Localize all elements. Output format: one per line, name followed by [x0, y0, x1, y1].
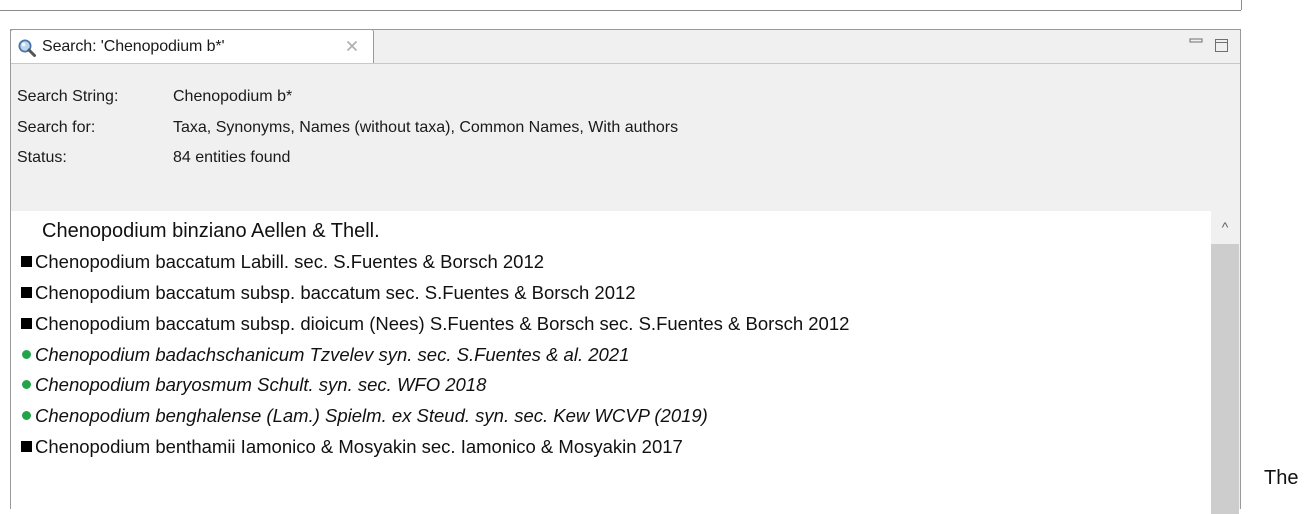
maximize-icon[interactable]	[1212, 36, 1230, 54]
minimize-icon[interactable]	[1187, 36, 1205, 54]
results-group-title: Chenopodium binziano Aellen & Thell.	[42, 220, 380, 242]
tab-search[interactable]: Search: 'Chenopodium b*'	[10, 29, 374, 64]
status-value: 84 entities found	[173, 149, 291, 166]
top-border-right	[1241, 0, 1242, 10]
accepted-taxon-icon	[21, 318, 32, 330]
results-list[interactable]: Chenopodium binziano Aellen & Thell. Che…	[11, 211, 1211, 511]
top-border	[0, 10, 1241, 11]
list-item-label: Chenopodium baccatum Labill. sec. S.Fuen…	[35, 251, 545, 272]
status-label: Status:	[17, 149, 67, 166]
stray-text: The	[1264, 467, 1299, 489]
list-item-label: Chenopodium badachschanicum Tzvelev syn.…	[35, 344, 630, 365]
list-item[interactable]: Chenopodium benthamii Iamonico & Mosyaki…	[21, 436, 683, 466]
list-item[interactable]: Chenopodium baccatum subsp. baccatum sec…	[21, 282, 636, 312]
tab-title: Search: 'Chenopodium b*'	[42, 38, 225, 55]
accepted-taxon-icon	[21, 441, 32, 453]
list-item-label: Chenopodium baccatum subsp. baccatum sec…	[35, 282, 636, 303]
list-item-label: Chenopodium baccatum subsp. dioicum (Nee…	[35, 313, 850, 334]
vertical-scrollbar[interactable]: ^	[1211, 211, 1239, 514]
tab-bar: Search: 'Chenopodium b*'	[10, 29, 1240, 64]
list-item[interactable]: Chenopodium baryosmum Schult. syn. sec. …	[21, 374, 486, 404]
search-for-label: Search for:	[17, 119, 96, 136]
list-item[interactable]: Chenopodium baccatum subsp. dioicum (Nee…	[21, 313, 849, 343]
list-item[interactable]: Chenopodium badachschanicum Tzvelev syn.…	[21, 344, 629, 374]
scroll-thumb[interactable]	[1211, 244, 1239, 514]
search-for-value: Taxa, Synonyms, Names (without taxa), Co…	[173, 119, 679, 136]
synonym-icon	[22, 350, 31, 360]
accepted-taxon-icon	[21, 287, 32, 299]
synonym-icon	[22, 380, 31, 390]
search-view: Search: 'Chenopodium b*' Search String: …	[10, 29, 1241, 514]
list-item[interactable]: Chenopodium benghalense (Lam.) Spielm. e…	[21, 405, 708, 435]
search-string-value: Chenopodium b*	[173, 88, 293, 105]
search-icon	[18, 39, 36, 57]
list-item-label: Chenopodium benthamii Iamonico & Mosyaki…	[35, 436, 683, 457]
synonym-icon	[22, 411, 31, 421]
close-icon[interactable]	[344, 38, 360, 54]
search-string-label: Search String:	[17, 88, 119, 105]
list-item[interactable]: Chenopodium baccatum Labill. sec. S.Fuen…	[21, 251, 544, 281]
accepted-taxon-icon	[21, 256, 32, 268]
list-item-label: Chenopodium baryosmum Schult. syn. sec. …	[35, 374, 487, 395]
list-item-label: Chenopodium benghalense (Lam.) Spielm. e…	[35, 405, 708, 426]
scroll-up-icon[interactable]: ^	[1211, 217, 1239, 237]
